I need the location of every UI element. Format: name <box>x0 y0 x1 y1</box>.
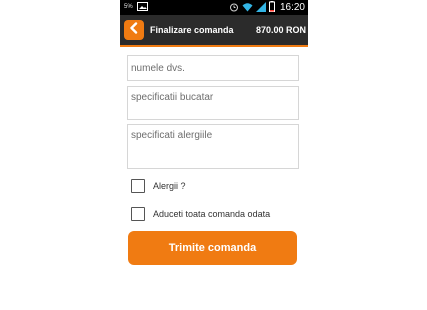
status-bar: 5% 16:20 <box>120 0 308 15</box>
submit-order-button[interactable]: Trimite comanda <box>128 231 297 265</box>
phone-screen: 5% 16:20 Finalizare comanda 870.00 RON n… <box>120 0 308 310</box>
signal-icon <box>255 1 266 14</box>
allergies-input[interactable] <box>127 124 299 169</box>
allergies-checkbox-label[interactable]: Alergii ? <box>153 181 186 191</box>
wifi-icon <box>242 2 253 14</box>
allergies-checkbox[interactable] <box>131 179 145 193</box>
battery-icon <box>268 1 275 14</box>
kitchen-specifications-input[interactable] <box>127 86 299 120</box>
screen-title: Finalizare comanda <box>150 25 234 35</box>
deliver-together-checkbox-label[interactable]: Aduceti toata comanda odata <box>153 209 270 219</box>
status-time: 16:20 <box>279 2 305 13</box>
back-button[interactable] <box>124 20 144 40</box>
battery-percent-text: 5% <box>124 4 133 10</box>
chevron-left-icon <box>129 21 139 39</box>
screenshot-canvas: 5% 16:20 Finalizare comanda 870.00 RON n… <box>0 0 427 310</box>
deliver-together-checkbox-row[interactable]: Aduceti toata comanda odata <box>131 206 270 222</box>
image-icon <box>136 2 148 13</box>
allergies-checkbox-row[interactable]: Alergii ? <box>131 178 186 194</box>
order-total: 870.00 RON <box>255 25 306 35</box>
action-bar: Finalizare comanda 870.00 RON <box>120 15 308 47</box>
status-left-group: 5% <box>124 2 148 13</box>
name-input[interactable] <box>127 55 299 81</box>
status-right-group: 16:20 <box>229 1 305 14</box>
deliver-together-checkbox[interactable] <box>131 207 145 221</box>
alarm-icon <box>229 2 239 14</box>
